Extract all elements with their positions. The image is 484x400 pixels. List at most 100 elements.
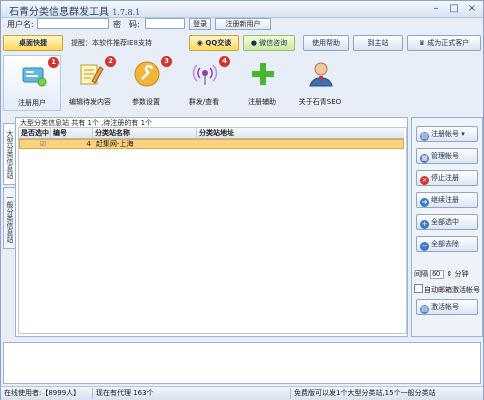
interval-input[interactable] — [430, 270, 445, 279]
manage-account-icon: ▦ — [420, 154, 429, 163]
deselect-all-icon: − — [420, 242, 429, 251]
select-all-label: 全部选中 — [431, 218, 459, 226]
ie8-hint: 提醒：本软件推荐IE8支持 — [71, 39, 152, 47]
window-version: 1.7.8.1 — [112, 8, 141, 17]
edit-content-label: 编辑待发内容 — [69, 98, 111, 106]
become-official-label: 成为正式客户 — [427, 39, 470, 47]
window-title: 石青分类信息群发工具 1.7.8.1 — [9, 3, 140, 18]
qq-chat-label: QQ交谈 — [205, 39, 232, 47]
activate-account-icon: ▤ — [420, 305, 429, 314]
sites-grid: 是否选中 编号 分类站名称 分类站地址 ☑ 4 赶集网-上海 — [18, 127, 407, 334]
official-icon: ♛ — [418, 39, 426, 47]
qq-chat-button[interactable]: ◉ QQ交谈 — [189, 35, 239, 51]
row-site-name: 赶集网-上海 — [96, 140, 134, 148]
username-label: 用户名: — [7, 20, 34, 29]
select-all-button[interactable]: + 全部选中 — [416, 214, 478, 230]
main-icon-bar: 1 注册用户 2 编辑待发内容 3 参数设置 4 群发/查看 注册辅助 关于石青… — [1, 55, 483, 111]
row-checkbox[interactable]: ☑ — [20, 140, 52, 149]
select-all-icon: + — [420, 220, 429, 229]
deselect-all-label: 全部去除 — [431, 240, 459, 248]
goto-site-button[interactable]: 到主站 — [353, 35, 403, 51]
broadcast-icon — [192, 64, 218, 85]
interval-label: 间隔 — [414, 270, 428, 278]
row-number: 4 — [86, 140, 91, 148]
register-user-badge: 1 — [48, 57, 59, 68]
auto-mailbox-checkbox[interactable]: 自动邮箱激活帐号 — [414, 284, 482, 295]
register-new-user-button[interactable]: 注册新用户 — [215, 18, 271, 30]
broadcast-badge: 4 — [219, 56, 230, 67]
person-icon — [309, 62, 333, 87]
password-label: 密 码: — [113, 20, 140, 29]
desktop-shortcut-label: 桌面快捷 — [19, 39, 47, 47]
register-assist-nav[interactable]: 注册辅助 — [233, 55, 291, 111]
stop-register-label: 停止注册 — [431, 174, 459, 182]
register-account-label: 注册帐号 ▾ — [431, 130, 465, 138]
login-row: 用户名: 密 码: 登录 注册新用户 — [1, 18, 483, 32]
edit-notepad-icon — [80, 64, 104, 85]
checkbox-box[interactable] — [414, 284, 423, 293]
password-input[interactable] — [145, 18, 185, 29]
version-notice-status: 免费版可以发1个大型分类站,15个一般分类站 — [294, 389, 436, 397]
action-panel: ▤ 注册帐号 ▾ ▦ 管理帐号 × 停止注册 ➜ 继续注册 + 全部选中 − 全部去除 间隔… — [411, 117, 483, 337]
continue-register-button[interactable]: ➜ 继续注册 — [416, 192, 478, 208]
wrench-settings-icon — [134, 61, 160, 87]
sites-panel: 大型分类信息站 共有 1个 ,待注册的有 1个 是否选中 编号 分类站名称 分类… — [15, 117, 408, 337]
window-title-text: 石青分类信息群发工具 — [9, 7, 109, 18]
broadcast-label: 群发/查看 — [188, 98, 220, 106]
deselect-all-button[interactable]: − 全部去除 — [416, 236, 478, 252]
col-site-name[interactable]: 分类站名称 — [93, 128, 197, 138]
online-users-status: 在线使用者:【8999人】 — [1, 388, 93, 399]
interval-unit: 分钟 — [454, 270, 469, 278]
continue-icon: ➜ — [420, 198, 429, 207]
login-button[interactable]: 登录 — [189, 18, 211, 30]
app-window: 石青分类信息群发工具 1.7.8.1 – □ × 用户名: 密 码: 登录 注册… — [0, 0, 484, 400]
register-user-label: 注册用户 — [18, 99, 46, 107]
grid-header: 是否选中 编号 分类站名称 分类站地址 — [19, 128, 404, 139]
stop-register-button[interactable]: × 停止注册 — [416, 170, 478, 186]
settings-nav[interactable]: 3 参数设置 — [117, 55, 175, 111]
about-nav[interactable]: 关于石青SEO — [291, 55, 349, 111]
help-button[interactable]: 使用帮助 — [303, 35, 349, 51]
col-selected[interactable]: 是否选中 — [19, 128, 51, 138]
manage-account-label: 管理帐号 — [431, 152, 459, 160]
close-button[interactable]: × — [465, 2, 479, 15]
activate-account-label: 激活帐号 — [431, 303, 459, 311]
register-assist-label: 注册辅助 — [248, 98, 276, 106]
settings-label: 参数设置 — [132, 98, 160, 106]
wechat-icon: ● — [250, 39, 257, 47]
auto-mailbox-label: 自动邮箱激活帐号 — [424, 286, 480, 294]
col-site-url[interactable]: 分类站地址 — [197, 128, 404, 138]
about-label: 关于石青SEO — [298, 98, 342, 106]
register-account-icon: ▤ — [420, 132, 429, 141]
log-textbox[interactable] — [3, 342, 481, 384]
toolbar: 桌面快捷 提醒：本软件推荐IE8支持 ◉ QQ交谈 ● 微信咨询 使用帮助 到主… — [1, 33, 483, 53]
become-official-button[interactable]: ♛ 成为正式客户 — [407, 35, 481, 51]
stop-icon: × — [420, 176, 429, 185]
row-site-url — [198, 140, 405, 149]
user-card-icon — [22, 67, 47, 87]
minimize-button[interactable]: – — [429, 2, 443, 15]
continue-register-label: 继续注册 — [431, 196, 459, 204]
desktop-shortcut-button[interactable]: 桌面快捷 — [3, 35, 63, 51]
edit-content-nav[interactable]: 2 编辑待发内容 — [61, 55, 119, 111]
username-input[interactable] — [37, 18, 109, 29]
edit-content-badge: 2 — [105, 56, 116, 67]
window-controls: – □ × — [429, 2, 479, 15]
register-user-nav[interactable]: 1 注册用户 — [3, 55, 61, 111]
wechat-consult-button[interactable]: ● 微信咨询 — [243, 35, 295, 51]
register-account-button[interactable]: ▤ 注册帐号 ▾ — [416, 126, 478, 142]
table-row[interactable]: ☑ 4 赶集网-上海 — [19, 139, 404, 149]
interval-setting: 间隔 ⇕ 分钟 — [414, 269, 482, 281]
status-bar: 在线使用者:【8999人】 现在有代理 163个 免费版可以发1个大型分类站,1… — [1, 386, 483, 400]
broadcast-nav[interactable]: 4 群发/查看 — [175, 55, 233, 111]
settings-badge: 3 — [161, 56, 172, 67]
interval-spinner-icon[interactable]: ⇕ — [446, 270, 452, 278]
title-bar: 石青分类信息群发工具 1.7.8.1 – □ × — [1, 1, 483, 18]
activate-account-button[interactable]: ▤ 激活帐号 — [416, 299, 478, 315]
proxy-status: 现在有代理 163个 — [93, 388, 291, 399]
col-number[interactable]: 编号 — [51, 128, 93, 138]
maximize-button[interactable]: □ — [447, 2, 461, 15]
wechat-consult-label: 微信咨询 — [259, 39, 288, 47]
manage-account-button[interactable]: ▦ 管理帐号 — [416, 148, 478, 164]
qq-icon: ◉ — [196, 39, 203, 47]
